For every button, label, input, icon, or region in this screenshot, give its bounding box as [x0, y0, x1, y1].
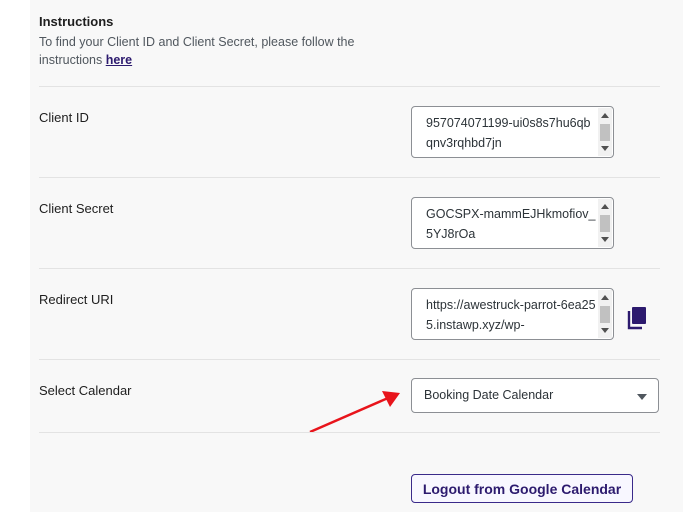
client-id-field[interactable]: 957074071199-ui0s8s7hu6qbqnv3rqhbd7jn — [411, 106, 614, 158]
calendar-select-value: Booking Date Calendar — [424, 388, 554, 402]
client-secret-value: GOCSPX-mammEJHkmofiov_5YJ8rOa — [426, 207, 596, 241]
instructions-text: To find your Client ID and Client Secret… — [39, 33, 379, 69]
divider — [39, 268, 660, 269]
client-id-label: Client ID — [39, 110, 89, 125]
redirect-uri-label: Redirect URI — [39, 292, 114, 307]
client-id-value: 957074071199-ui0s8s7hu6qbqnv3rqhbd7jn — [426, 116, 591, 150]
logout-google-calendar-button[interactable]: Logout from Google Calendar — [411, 474, 633, 503]
divider — [39, 177, 660, 178]
scroll-thumb[interactable] — [600, 215, 610, 232]
scroll-up-icon[interactable] — [601, 113, 609, 118]
client-secret-label: Client Secret — [39, 201, 114, 216]
chevron-down-icon — [637, 394, 647, 400]
redirect-uri-scrollbar[interactable] — [598, 290, 612, 338]
scroll-down-icon[interactable] — [601, 146, 609, 151]
divider — [39, 86, 660, 87]
client-secret-scrollbar[interactable] — [598, 199, 612, 247]
scroll-up-icon[interactable] — [601, 204, 609, 209]
scroll-down-icon[interactable] — [601, 237, 609, 242]
calendar-select[interactable]: Booking Date Calendar — [411, 378, 659, 413]
client-secret-field[interactable]: GOCSPX-mammEJHkmofiov_5YJ8rOa — [411, 197, 614, 249]
select-calendar-label: Select Calendar — [39, 383, 132, 398]
scroll-thumb[interactable] — [600, 124, 610, 141]
client-id-scrollbar[interactable] — [598, 108, 612, 156]
instructions-title: Instructions — [39, 14, 114, 29]
scroll-up-icon[interactable] — [601, 295, 609, 300]
scroll-down-icon[interactable] — [601, 328, 609, 333]
scroll-thumb[interactable] — [600, 306, 610, 323]
instructions-body: To find your Client ID and Client Secret… — [39, 35, 355, 67]
copy-icon[interactable] — [626, 306, 648, 330]
divider — [39, 432, 660, 433]
instructions-link[interactable]: here — [106, 53, 132, 67]
redirect-uri-value: https://awestruck-parrot-6ea255.instawp.… — [426, 298, 596, 332]
redirect-uri-field[interactable]: https://awestruck-parrot-6ea255.instawp.… — [411, 288, 614, 340]
divider — [39, 359, 660, 360]
